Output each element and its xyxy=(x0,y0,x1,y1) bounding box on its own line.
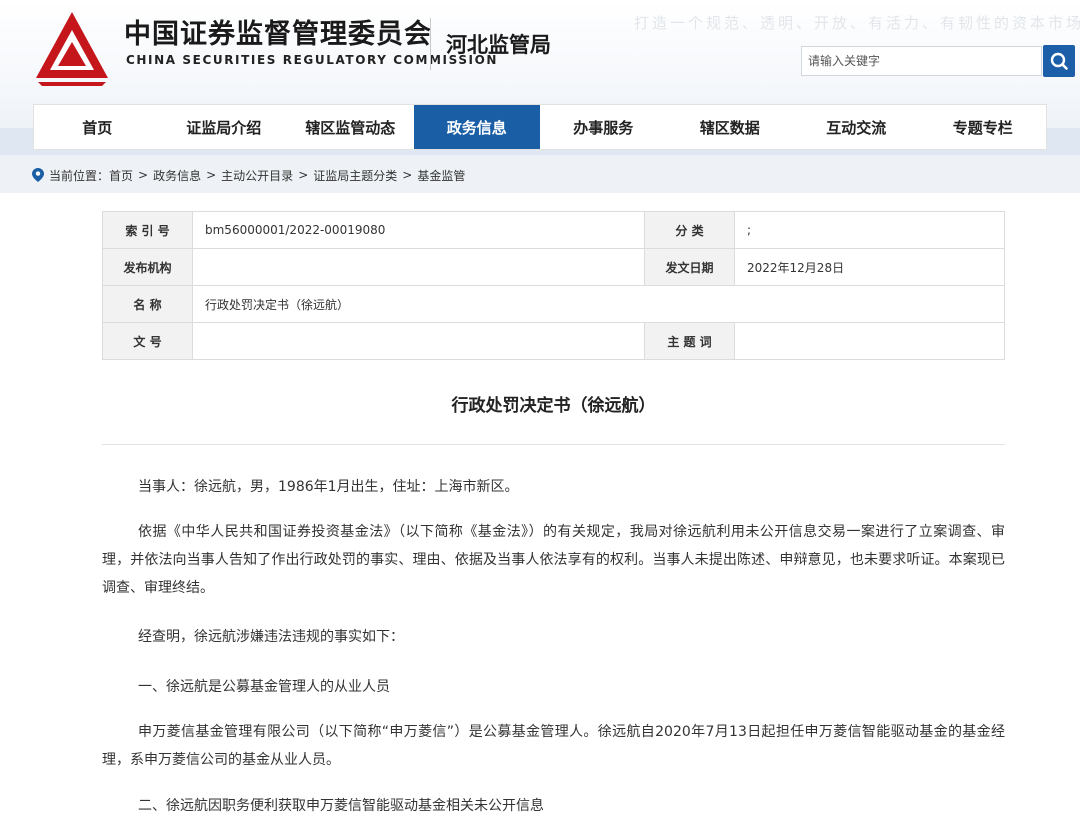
doc-no-value xyxy=(192,322,645,360)
breadcrumb-separator: > xyxy=(402,168,413,182)
document-title: 行政处罚决定书（徐远航） xyxy=(451,396,656,416)
breadcrumb-public-catalog[interactable]: 主动公开目录 xyxy=(221,167,293,184)
section-heading: 一、徐远航是公募基金管理人的从业人员 xyxy=(138,679,390,695)
breadcrumb-prefix: 当前位置： xyxy=(49,168,110,183)
header-slogan: 打造一个规范、透明、开放、有活力、有韧性的资本市场 xyxy=(634,14,1080,32)
breadcrumb: 当前位置： 首页 > 政务信息 > 主动公开目录 > 证监局主题分类 > 基金监… xyxy=(32,166,465,184)
document-meta-table: 索 引 号 bm56000001/2022-00019080 分 类 ; 发布机… xyxy=(102,211,1005,360)
search-input[interactable] xyxy=(801,46,1042,76)
site-title[interactable]: 中国证券监督管理委员会 xyxy=(124,12,432,51)
bureau-name[interactable]: 河北监管局 xyxy=(446,29,551,59)
location-pin-icon xyxy=(32,168,44,182)
index-no-value: bm56000001/2022-00019080 xyxy=(192,211,645,249)
category-label: 分 类 xyxy=(644,211,735,249)
main-nav: 首页 证监局介绍 辖区监管动态 政务信息 办事服务 辖区数据 互动交流 专题专栏 xyxy=(33,104,1047,150)
breadcrumb-fund-regulation[interactable]: 基金监管 xyxy=(417,167,465,184)
nav-item-services[interactable]: 办事服务 xyxy=(540,105,667,149)
publisher-label: 发布机构 xyxy=(102,248,193,286)
keywords-label: 主 题 词 xyxy=(644,322,735,360)
meta-row: 发布机构 发文日期 2022年12月28日 xyxy=(102,248,1005,286)
date-label: 发文日期 xyxy=(644,248,735,286)
index-no-label: 索 引 号 xyxy=(102,211,193,249)
keywords-value xyxy=(734,322,1005,360)
breadcrumb-government-info[interactable]: 政务信息 xyxy=(153,167,201,184)
search-icon xyxy=(1050,52,1068,70)
doc-no-label: 文 号 xyxy=(102,322,193,360)
breadcrumb-separator: > xyxy=(206,168,217,182)
category-value: ; xyxy=(734,211,1005,249)
paragraph: 申万菱信基金管理有限公司（以下简称“申万菱信”）是公募基金管理人。徐远航自202… xyxy=(102,724,1005,768)
paragraph: 经查明，徐远航涉嫌违法违规的事实如下： xyxy=(138,629,404,645)
breadcrumb-separator: > xyxy=(298,168,309,182)
breadcrumb-separator: > xyxy=(138,168,149,182)
nav-item-regional-data[interactable]: 辖区数据 xyxy=(667,105,794,149)
paragraph: 当事人：徐远航，男，1986年1月出生，住址：上海市新区。 xyxy=(138,479,519,495)
section-heading: 二、徐远航因职务便利获取申万菱信智能驱动基金相关未公开信息 xyxy=(138,798,544,814)
breadcrumb-home[interactable]: 首页 xyxy=(109,167,133,184)
page: 中国证券监督管理委员会 CHINA SECURITIES REGULATORY … xyxy=(0,0,1080,827)
search-button[interactable] xyxy=(1043,45,1075,77)
csrc-logo-icon[interactable] xyxy=(32,8,112,88)
nav-item-interaction[interactable]: 互动交流 xyxy=(793,105,920,149)
header-divider xyxy=(430,18,431,70)
name-label: 名 称 xyxy=(102,285,193,323)
nav-item-regulatory-news[interactable]: 辖区监管动态 xyxy=(287,105,414,149)
date-value: 2022年12月28日 xyxy=(734,248,1005,286)
meta-row: 名 称 行政处罚决定书（徐远航） xyxy=(102,285,1005,323)
nav-item-home[interactable]: 首页 xyxy=(34,105,161,149)
meta-row: 文 号 主 题 词 xyxy=(102,322,1005,360)
site-title-english: CHINA SECURITIES REGULATORY COMMISSION xyxy=(126,53,499,67)
title-divider xyxy=(102,444,1005,445)
nav-item-government-info[interactable]: 政务信息 xyxy=(413,105,540,149)
name-value: 行政处罚决定书（徐远航） xyxy=(192,285,1005,323)
nav-item-special-topics[interactable]: 专题专栏 xyxy=(920,105,1047,149)
meta-row: 索 引 号 bm56000001/2022-00019080 分 类 ; xyxy=(102,211,1005,249)
publisher-value xyxy=(192,248,645,286)
breadcrumb-topic-category[interactable]: 证监局主题分类 xyxy=(313,167,397,184)
paragraph: 依据《中华人民共和国证券投资基金法》（以下简称《基金法》）的有关规定，我局对徐远… xyxy=(102,524,1005,596)
nav-item-bureau-intro[interactable]: 证监局介绍 xyxy=(161,105,288,149)
